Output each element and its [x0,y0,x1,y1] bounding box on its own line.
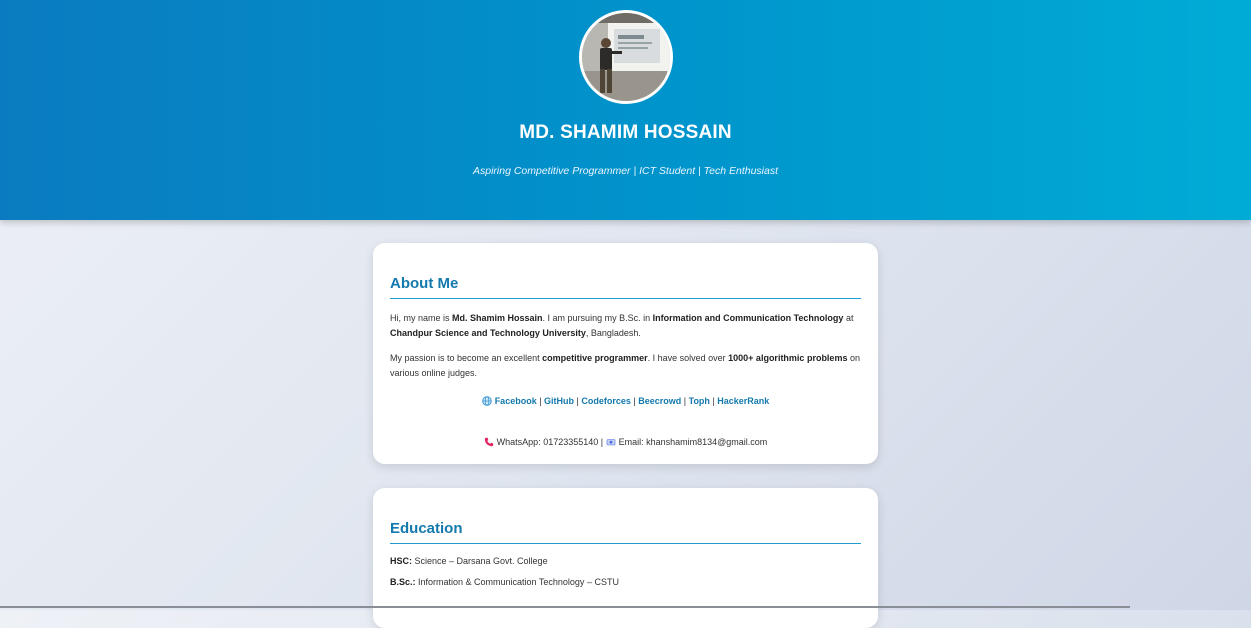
whatsapp-contact: WhatsApp: 01723355140 [496,437,599,447]
link-hackerrank[interactable]: HackerRank [717,396,769,406]
email-contact: Email: khanshamim8134@gmail.com [618,437,768,447]
passion-text: My passion is to become an excellent [390,353,543,363]
phone-icon [484,437,494,449]
education-label: HSC: [390,556,412,566]
profile-tagline: Aspiring Competitive Programmer | ICT St… [472,165,779,177]
intro-text: Hi, my name is [390,313,453,323]
intro-university: Chandpur Science and Technology Universi… [390,328,586,338]
intro-text: . I am pursuing my B.Sc. in [542,313,653,323]
link-facebook[interactable]: Facebook [495,396,537,406]
education-value: Information & Communication Technology –… [415,577,619,587]
intro-name: Md. Shamim Hossain [452,313,543,323]
about-heading: About Me [390,275,861,299]
intro-subject: Information and Communication Technology [652,313,844,323]
about-intro: Hi, my name is Md. Shamim Hossain. I am … [390,311,861,341]
intro-text: , Bangladesh. [585,328,641,338]
horizontal-scrollbar[interactable] [0,606,1130,608]
link-separator: | [536,396,545,406]
about-card: About Me Hi, my name is Md. Shamim Hossa… [373,243,878,464]
link-codeforces[interactable]: Codeforces [581,396,631,406]
about-passion: My passion is to become an excellent com… [390,351,861,381]
link-beecrowd[interactable]: Beecrowd [638,396,681,406]
education-item: B.Sc.: Information & Communication Techn… [390,575,861,590]
education-label: B.Sc.: [390,577,416,587]
social-links: Facebook | GitHub | Codeforces | Beecrow… [390,396,861,408]
education-heading: Education [390,520,861,544]
passion-text: . I have solved over [647,353,729,363]
globe-icon [481,396,492,408]
education-value: Science – Darsana Govt. College [412,556,548,566]
profile-avatar [579,10,673,104]
email-icon [606,437,616,449]
passion-highlight: competitive programmer [542,353,648,363]
link-toph[interactable]: Toph [689,396,710,406]
education-item: HSC: Science – Darsana Govt. College [390,554,861,569]
intro-text: at [843,313,854,323]
contact-separator: | [598,437,606,447]
profile-header: MD. SHAMIM HOSSAIN Aspiring Competitive … [0,0,1251,220]
link-github[interactable]: GitHub [544,396,574,406]
link-separator: | [681,396,689,406]
contact-line: WhatsApp: 01723355140 | Email: khanshami… [390,437,861,449]
profile-name: MD. SHAMIM HOSSAIN [519,122,732,143]
passion-highlight: 1000+ algorithmic problems [728,353,848,363]
